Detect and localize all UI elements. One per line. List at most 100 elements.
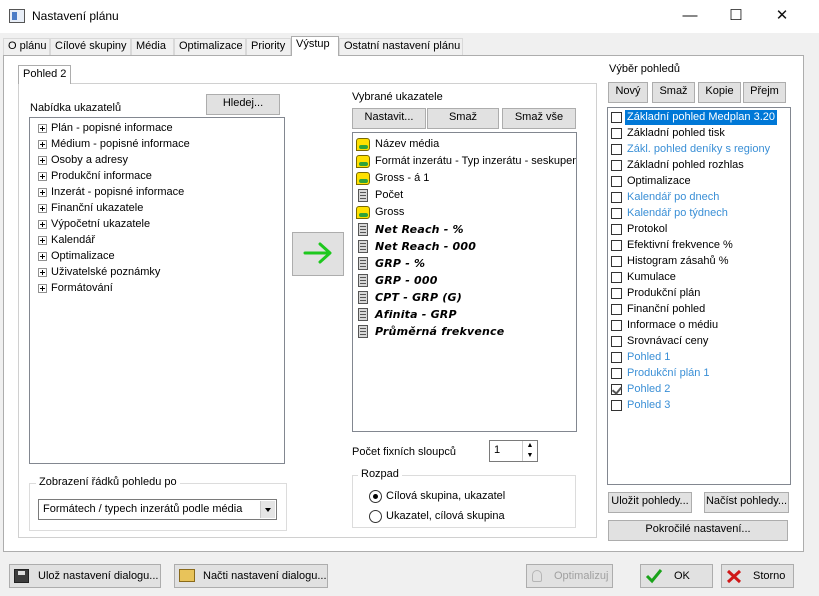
view-item-label: Efektivní frekvence %: [627, 239, 733, 251]
smaz-indicator-button[interactable]: Smaž: [427, 108, 499, 129]
spin-up-icon[interactable]: ▲: [522, 441, 537, 451]
calculator-icon: [358, 274, 368, 287]
view-checkbox[interactable]: [611, 160, 622, 171]
calculator-icon: [358, 291, 368, 304]
search-button[interactable]: Hledej...: [206, 94, 280, 115]
folder-icon: [179, 569, 195, 582]
nabidka-label: Nabídka ukazatelů: [30, 102, 122, 114]
expand-icon[interactable]: [38, 220, 47, 229]
tab-media[interactable]: Média: [131, 38, 174, 55]
list-item-label: CPT - GRP (G): [375, 291, 462, 304]
chevron-down-icon[interactable]: [260, 501, 275, 518]
zobrazeni-select[interactable]: Formátech / typech inzerátů podle média: [38, 499, 277, 520]
load-dialog-settings-button[interactable]: Načti nastavení dialogu...: [174, 564, 328, 588]
expand-icon[interactable]: [38, 140, 47, 149]
view-checkbox[interactable]: [611, 288, 622, 299]
view-checkbox[interactable]: [611, 240, 622, 251]
indicator-tree[interactable]: Plán - popisné informace Médium - popisn…: [29, 117, 285, 464]
view-item-label: Protokol: [627, 223, 668, 235]
tab-ostatni-nastaveni[interactable]: Ostatní nastavení plánu: [339, 38, 463, 55]
arrow-right-icon: [303, 242, 332, 264]
expand-icon[interactable]: [38, 204, 47, 213]
window-title: Nastavení plánu: [32, 9, 119, 23]
view-checkbox[interactable]: [611, 304, 622, 315]
nastavit-button[interactable]: Nastavit...: [352, 108, 426, 129]
smaz-vse-button[interactable]: Smaž vše: [502, 108, 576, 129]
load-views-button[interactable]: Načíst pohledy...: [704, 492, 789, 513]
view-item-label: Optimalizace: [627, 175, 691, 187]
rozpad-radio-2[interactable]: [369, 510, 382, 523]
expand-icon[interactable]: [38, 188, 47, 197]
view-item-label: Pohled 1: [627, 351, 671, 363]
fixed-columns-spinner[interactable]: 1 ▲ ▼: [489, 440, 538, 462]
calculator-icon: [358, 257, 368, 270]
close-button[interactable]: ✕: [759, 0, 805, 33]
save-views-button[interactable]: Uložit pohledy...: [608, 492, 692, 513]
calculator-icon: [358, 189, 368, 202]
view-item-label: Produkční plán: [627, 287, 701, 299]
tab-cilove-skupiny[interactable]: Cílové skupiny: [50, 38, 131, 55]
expand-icon[interactable]: [38, 156, 47, 165]
view-checkbox[interactable]: [611, 384, 622, 395]
cancel-button[interactable]: Storno: [721, 564, 794, 588]
calculator-icon: [358, 240, 368, 253]
list-item-label: Průměrná frekvence: [375, 325, 505, 338]
view-checkbox[interactable]: [611, 336, 622, 347]
expand-icon[interactable]: [38, 172, 47, 181]
view-checkbox[interactable]: [611, 320, 622, 331]
view-item-label: Základní pohled Medplan 3.20: [625, 110, 777, 125]
expand-icon[interactable]: [38, 268, 47, 277]
views-list[interactable]: Základní pohled Medplan 3.20 Základní po…: [607, 107, 791, 485]
view-checkbox[interactable]: [611, 368, 622, 379]
tree-item-label: Formátování: [51, 282, 113, 294]
view-checkbox[interactable]: [611, 176, 622, 187]
view-checkbox[interactable]: [611, 400, 622, 411]
tab-pohled-2[interactable]: Pohled 2: [18, 65, 71, 84]
maximize-button[interactable]: ☐: [713, 0, 759, 33]
optimize-button[interactable]: Optimalizuj: [526, 564, 613, 588]
ok-label: OK: [674, 570, 690, 582]
smaz-view-button[interactable]: Smaž: [652, 82, 695, 103]
calculator-icon: [358, 223, 368, 236]
rozpad-option-2-label: Ukazatel, cílová skupina: [386, 510, 505, 522]
list-item-label: GRP - 000: [375, 274, 438, 287]
tab-o-planu[interactable]: O plánu: [3, 38, 50, 55]
prejm-button[interactable]: Přejm: [743, 82, 786, 103]
list-item-label: GRP - %: [375, 257, 426, 270]
expand-icon[interactable]: [38, 284, 47, 293]
list-item-label: Net Reach - %: [375, 223, 464, 236]
expand-icon[interactable]: [38, 252, 47, 261]
calculator-icon: [358, 308, 368, 321]
view-checkbox[interactable]: [611, 144, 622, 155]
novy-button[interactable]: Nový: [608, 82, 648, 103]
view-checkbox[interactable]: [611, 256, 622, 267]
tree-item-label: Plán - popisné informace: [51, 122, 173, 134]
advanced-settings-button[interactable]: Pokročilé nastavení...: [608, 520, 788, 541]
add-indicator-button[interactable]: [292, 232, 344, 276]
view-item-label: Kumulace: [627, 271, 676, 283]
view-item-label: Informace o médiu: [627, 319, 719, 331]
expand-icon[interactable]: [38, 124, 47, 133]
rozpad-radio-1[interactable]: [369, 490, 382, 503]
minimize-button[interactable]: —: [667, 0, 713, 33]
ok-button[interactable]: OK: [640, 564, 713, 588]
view-checkbox[interactable]: [611, 112, 622, 123]
selected-indicators-list[interactable]: Název média Formát inzerátu - Typ inzerá…: [352, 132, 577, 432]
view-checkbox[interactable]: [611, 192, 622, 203]
tab-priority[interactable]: Priority: [246, 38, 291, 55]
view-checkbox[interactable]: [611, 272, 622, 283]
view-checkbox[interactable]: [611, 208, 622, 219]
vybrane-label: Vybrané ukazatele: [352, 91, 443, 103]
save-dialog-settings-button[interactable]: Ulož nastavení dialogu...: [9, 564, 161, 588]
view-checkbox[interactable]: [611, 352, 622, 363]
expand-icon[interactable]: [38, 236, 47, 245]
tab-vystup[interactable]: Výstup: [291, 36, 339, 56]
view-item-label: Pohled 2: [627, 383, 671, 395]
list-item-label: Afinita - GRP: [375, 308, 457, 321]
tree-item-label: Kalendář: [51, 234, 96, 246]
kopie-button[interactable]: Kopie: [698, 82, 741, 103]
tab-optimalizace[interactable]: Optimalizace: [174, 38, 246, 55]
spin-down-icon[interactable]: ▼: [522, 451, 537, 461]
view-checkbox[interactable]: [611, 224, 622, 235]
view-checkbox[interactable]: [611, 128, 622, 139]
